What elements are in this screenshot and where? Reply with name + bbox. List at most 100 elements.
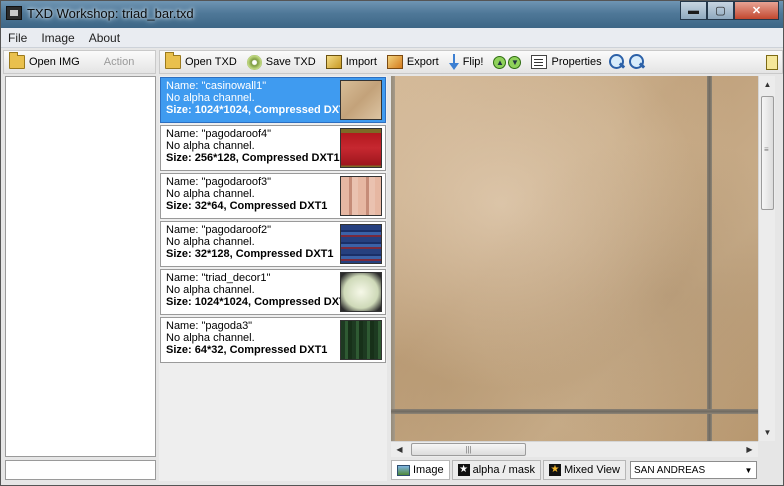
texture-info: Name: "pagodaroof2" No alpha channel. Size… <box>166 224 340 260</box>
flip-button[interactable]: Flip! <box>444 51 489 73</box>
move-buttons: ▲ ▼ <box>488 51 526 73</box>
tab-alpha-label: alpha / mask <box>472 464 535 476</box>
texture-list-item[interactable]: Name: "triad_decor1" No alpha channel. Siz… <box>160 269 386 315</box>
scroll-left-arrow[interactable]: ◀ <box>391 441 408 457</box>
texture-name: Name: "triad_decor1" <box>166 272 271 284</box>
texture-alpha: No alpha channel. <box>166 284 255 296</box>
img-file-list[interactable] <box>5 76 156 457</box>
tab-image-label: Image <box>413 464 444 476</box>
game-version-select[interactable]: SAN ANDREAS ▼ <box>630 461 757 479</box>
window-title: TXD Workshop: triad_bar.txd <box>27 6 194 21</box>
texture-info: Name: "pagoda3" No alpha channel. Size: 64… <box>166 320 340 356</box>
preview-horizontal-scrollbar[interactable]: ◀ ||| ▶ <box>391 441 758 457</box>
texture-thumbnail <box>340 272 382 312</box>
horizontal-scroll-thumb[interactable]: ||| <box>411 443 526 456</box>
open-img-label: Open IMG <box>29 56 80 68</box>
texture-alpha: No alpha channel. <box>166 332 255 344</box>
texture-alpha: No alpha channel. <box>166 188 255 200</box>
vertical-scroll-thumb[interactable]: ≡ <box>761 96 774 210</box>
star-icon: ★ <box>548 464 561 476</box>
scroll-up-arrow[interactable]: ▲ <box>759 76 776 93</box>
texture-seam <box>391 76 395 441</box>
properties-button[interactable]: Properties <box>526 51 606 73</box>
view-tabs-bar: Image ★ alpha / mask ★ Mixed View SAN AN… <box>391 459 783 481</box>
game-version-value: SAN ANDREAS <box>634 464 706 476</box>
texture-list-item[interactable]: Name: "pagodaroof3" No alpha channel. Size… <box>160 173 386 219</box>
texture-name: Name: "casinowall1" <box>166 80 267 92</box>
import-label: Import <box>345 56 377 68</box>
menu-about[interactable]: About <box>82 31 127 45</box>
img-filter-field[interactable] <box>5 460 156 480</box>
texture-size: Size: 32*64, Compressed DXT1 <box>166 200 328 212</box>
open-txd-button[interactable]: Open TXD <box>160 51 242 73</box>
texture-alpha: No alpha channel. <box>166 92 255 104</box>
zoom-in-button[interactable] <box>607 51 627 73</box>
texture-name: Name: "pagodaroof3" <box>166 176 272 188</box>
disc-icon <box>246 54 262 70</box>
move-up-icon[interactable]: ▲ <box>493 55 507 69</box>
notes-button[interactable] <box>762 51 782 73</box>
texture-size: Size: 1024*1024, Compressed DXT1 <box>166 104 340 116</box>
texture-list-item[interactable]: Name: "pagodaroof4" No alpha channel. Size… <box>160 125 386 171</box>
texture-size: Size: 32*128, Compressed DXT1 <box>166 248 334 260</box>
texture-name: Name: "pagoda3" <box>166 320 253 332</box>
main-toolbar: Open TXD Save TXD Import Export Flip! ▲ … <box>159 50 783 74</box>
chevron-down-icon: ▼ <box>744 465 753 475</box>
preview-vertical-scrollbar[interactable]: ▲ ≡ ▼ <box>758 76 775 441</box>
texture-size: Size: 1024*1024, Compressed DXT1 <box>166 296 340 308</box>
zoom-out-icon <box>628 54 645 70</box>
tab-alpha-mask[interactable]: ★ alpha / mask <box>451 460 541 480</box>
texture-list-item[interactable]: Name: "pagodaroof2" No alpha channel. Size… <box>160 221 386 267</box>
texture-list-item[interactable]: Name: "pagoda3" No alpha channel. Size: 64… <box>160 317 386 363</box>
action-button[interactable]: Action <box>99 51 140 73</box>
texture-alpha: No alpha channel. <box>166 140 255 152</box>
import-button[interactable]: Import <box>321 51 382 73</box>
tab-mixed-view[interactable]: ★ Mixed View <box>542 460 626 480</box>
image-icon <box>397 464 410 476</box>
texture-thumbnail <box>340 80 382 120</box>
img-panel: Open IMG Action <box>3 50 156 483</box>
export-label: Export <box>406 56 439 68</box>
grip-icon: ≡ <box>764 145 769 154</box>
minimize-button[interactable]: ▬ <box>680 1 707 20</box>
texture-thumbnail <box>340 224 382 264</box>
close-button[interactable]: ✕ <box>734 1 779 20</box>
tab-image[interactable]: Image <box>391 460 450 480</box>
texture-thumbnail <box>340 128 382 168</box>
open-img-button[interactable]: Open IMG <box>4 51 85 73</box>
menu-image[interactable]: Image <box>34 31 81 45</box>
maximize-button[interactable]: ▢ <box>707 1 734 20</box>
texture-name: Name: "pagodaroof4" <box>166 128 272 140</box>
open-txd-label: Open TXD <box>185 56 237 68</box>
scroll-down-arrow[interactable]: ▼ <box>759 424 776 441</box>
texture-info: Name: "casinowall1" No alpha channel. Size… <box>166 80 340 116</box>
action-label: Action <box>103 56 135 68</box>
app-window: TXD Workshop: triad_bar.txd ▬ ▢ ✕ File I… <box>0 0 784 486</box>
img-toolbar: Open IMG Action <box>3 50 156 74</box>
note-icon <box>766 54 778 70</box>
scroll-right-arrow[interactable]: ▶ <box>741 441 758 457</box>
flip-label: Flip! <box>462 56 484 68</box>
texture-name: Name: "pagodaroof2" <box>166 224 272 236</box>
texture-info: Name: "pagodaroof3" No alpha channel. Size… <box>166 176 340 212</box>
zoom-out-button[interactable] <box>627 51 647 73</box>
title-bar[interactable]: TXD Workshop: triad_bar.txd ▬ ▢ ✕ <box>1 1 783 28</box>
star-icon: ★ <box>457 464 470 476</box>
texture-size: Size: 256*128, Compressed DXT1 <box>166 152 340 164</box>
texture-list-item[interactable]: Name: "casinowall1" No alpha channel. Size… <box>160 77 386 123</box>
app-icon <box>6 6 22 20</box>
texture-seam <box>707 76 712 441</box>
texture-thumbnail <box>340 176 382 216</box>
texture-info: Name: "pagodaroof4" No alpha channel. Size… <box>166 128 340 164</box>
export-button[interactable]: Export <box>382 51 444 73</box>
save-txd-button[interactable]: Save TXD <box>242 51 321 73</box>
texture-thumbnail <box>340 320 382 360</box>
texture-size: Size: 64*32, Compressed DXT1 <box>166 344 328 356</box>
texture-list[interactable]: Name: "casinowall1" No alpha channel. Size… <box>159 76 387 481</box>
save-txd-label: Save TXD <box>265 56 316 68</box>
texture-preview[interactable] <box>391 76 758 441</box>
menu-file[interactable]: File <box>1 31 34 45</box>
import-icon <box>325 55 342 69</box>
move-down-icon[interactable]: ▼ <box>508 55 522 69</box>
menu-bar: File Image About <box>1 28 783 48</box>
